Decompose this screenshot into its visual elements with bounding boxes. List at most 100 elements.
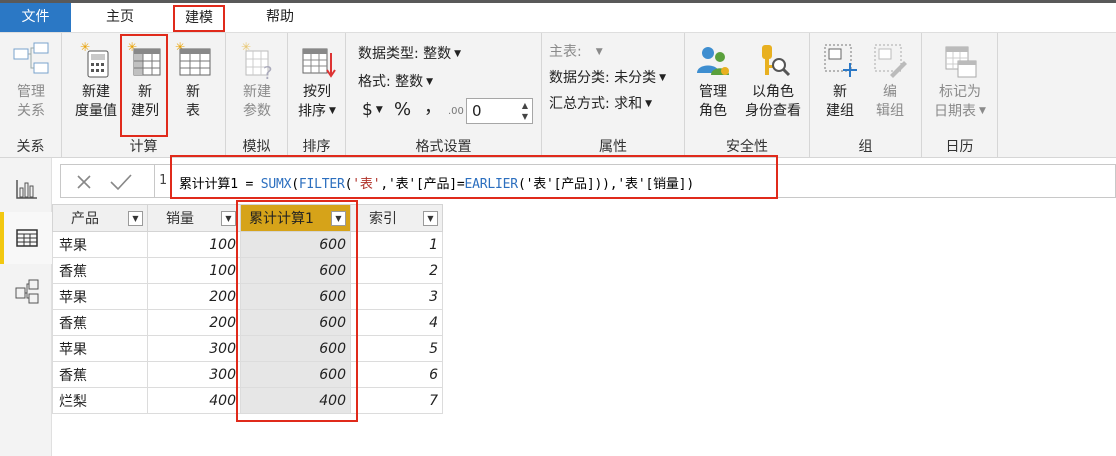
- cell-sales[interactable]: 300: [147, 335, 241, 362]
- cell-sales[interactable]: 200: [147, 283, 241, 310]
- model-icon: [15, 279, 39, 304]
- chevron-down-icon: ▼: [454, 49, 462, 59]
- cell-index[interactable]: 7: [350, 387, 443, 414]
- percent-button[interactable]: %: [394, 99, 411, 121]
- data-category-dropdown[interactable]: 数据分类: 未分类 ▼: [549, 67, 666, 89]
- new-measure-button[interactable]: ✳ 新建 度量值: [68, 39, 124, 121]
- decimal-places-stepper[interactable]: 0 ▲ ▼: [466, 98, 533, 124]
- mark-as-date-table-button[interactable]: 标记为 日期表 ▼: [928, 39, 992, 122]
- new-table-button[interactable]: ✳ 新 表: [170, 39, 216, 121]
- svg-text:?: ?: [263, 63, 273, 83]
- manage-relationships-button[interactable]: 管理 关系: [8, 39, 54, 121]
- manage-roles-button[interactable]: 管理 角色: [691, 39, 735, 121]
- cell-product[interactable]: 苹果: [52, 283, 148, 310]
- cell-index[interactable]: 6: [350, 361, 443, 388]
- group-label-calendar: 日历: [945, 139, 974, 155]
- cell-product[interactable]: 苹果: [52, 335, 148, 362]
- commit-check-icon[interactable]: [109, 173, 133, 191]
- data-view-button[interactable]: [0, 212, 52, 264]
- tab-file[interactable]: 文件: [0, 3, 71, 32]
- cell-index[interactable]: 5: [350, 335, 443, 362]
- group-calculations: ✳ 新建 度量值 ✳ 新 建列 ✳ 新 表 计算: [62, 33, 226, 158]
- parameter-icon: ✳ ?: [241, 40, 273, 83]
- cell-index[interactable]: 1: [350, 231, 443, 258]
- chevron-down-icon: ▼: [645, 99, 653, 109]
- group-label-whatif: 模拟: [242, 139, 271, 155]
- chevron-down-icon: ▼: [659, 73, 667, 83]
- date-table-icon: [945, 46, 977, 78]
- model-view-button[interactable]: [0, 266, 52, 318]
- tab-help[interactable]: 帮助: [258, 3, 302, 32]
- filter-dropdown-icon[interactable]: ▼: [423, 211, 438, 226]
- calculator-icon: ✳: [80, 40, 109, 78]
- spin-down-icon[interactable]: ▼: [522, 112, 528, 121]
- column-header-index[interactable]: 索引 ▼: [350, 204, 443, 232]
- chevron-down-icon: ▼: [375, 105, 383, 115]
- new-group-icon: [824, 44, 857, 77]
- table-grid-icon: [16, 229, 38, 247]
- view-as-roles-button[interactable]: 以角色 身份查看: [743, 39, 803, 121]
- format-dropdown[interactable]: 格式: 整数 ▼: [358, 71, 433, 93]
- comma-button[interactable]: ，: [424, 97, 442, 119]
- edit-group-button[interactable]: 编 辑组: [868, 39, 912, 121]
- group-label-calculations: 计算: [129, 139, 158, 155]
- chevron-down-icon: ▼: [426, 77, 434, 87]
- group-properties: 主表: ▼ 数据分类: 未分类 ▼ 汇总方式: 求和 ▼ 属性: [542, 33, 685, 158]
- spin-up-icon[interactable]: ▲: [522, 101, 528, 110]
- group-sort: 按列 排序 ▼ 排序: [288, 33, 346, 158]
- group-label-properties: 属性: [599, 139, 627, 155]
- new-parameter-button[interactable]: ✳ ? 新建 参数: [232, 39, 282, 121]
- filter-dropdown-icon[interactable]: ▼: [221, 211, 236, 226]
- formula-line-number: 1: [159, 173, 167, 188]
- edit-group-icon: [874, 44, 907, 78]
- new-table-icon: ✳: [175, 40, 211, 76]
- cell-index[interactable]: 4: [350, 309, 443, 336]
- cell-sales[interactable]: 400: [147, 387, 241, 414]
- sort-by-column-button[interactable]: 按列 排序 ▼: [294, 39, 340, 122]
- summarize-by-dropdown[interactable]: 汇总方式: 求和 ▼: [549, 93, 652, 115]
- home-table-dropdown[interactable]: 主表: ▼: [549, 41, 603, 63]
- view-rail: [0, 158, 52, 456]
- group-groups: 新 建组 编 辑组 组: [810, 33, 922, 158]
- tab-home[interactable]: 主页: [96, 3, 144, 32]
- cell-index[interactable]: 2: [350, 257, 443, 284]
- group-label-sort: 排序: [302, 139, 331, 155]
- new-column-highlight: [120, 34, 168, 137]
- ribbon: 管理 关系 关系 ✳ 新建 度量值 ✳ 新 建列 ✳ 新 表 计算 ✳ ? 新建…: [0, 32, 1116, 158]
- chevron-down-icon: ▼: [595, 47, 603, 57]
- cell-index[interactable]: 3: [350, 283, 443, 310]
- cell-sales[interactable]: 100: [147, 257, 241, 284]
- sort-by-column-icon: [302, 48, 336, 78]
- cell-product[interactable]: 香蕉: [52, 257, 148, 284]
- new-column-highlight-box: [236, 200, 358, 422]
- cell-product[interactable]: 香蕉: [52, 309, 148, 336]
- group-formatting: 数据类型: 整数 ▼ 格式: 整数 ▼ $ ▼ % ， .00 格式设置: [346, 33, 542, 158]
- decimal-places-icon: .00: [448, 106, 464, 117]
- cell-sales[interactable]: 100: [147, 231, 241, 258]
- cell-product[interactable]: 烂梨: [52, 387, 148, 414]
- column-header-sales[interactable]: 销量 ▼: [147, 204, 241, 232]
- currency-button[interactable]: $ ▼: [362, 99, 383, 121]
- menu-bar: 文件 主页 建模 帮助: [0, 3, 1116, 32]
- relationships-icon: [13, 42, 49, 74]
- report-view-button[interactable]: [0, 162, 52, 214]
- group-label-groups: 组: [858, 139, 873, 155]
- formula-bar: 1 累计计算1 = SUMX(FILTER('表','表'[产品]=EARLIE…: [52, 155, 1116, 204]
- users-icon: [697, 47, 729, 75]
- cancel-icon[interactable]: [75, 173, 93, 191]
- formula-highlight: [170, 155, 778, 199]
- group-relationships: 管理 关系 关系: [0, 33, 62, 158]
- cell-sales[interactable]: 200: [147, 309, 241, 336]
- filter-dropdown-icon[interactable]: ▼: [128, 211, 143, 226]
- group-security: 管理 角色 以角色 身份查看 安全性: [685, 33, 810, 158]
- tab-modeling[interactable]: 建模: [173, 5, 225, 32]
- cell-sales[interactable]: 300: [147, 361, 241, 388]
- key-search-icon: [762, 45, 791, 77]
- new-group-button[interactable]: 新 建组: [818, 39, 862, 121]
- data-type-dropdown[interactable]: 数据类型: 整数 ▼: [358, 43, 461, 65]
- column-header-product[interactable]: 产品 ▼: [52, 204, 148, 232]
- cell-product[interactable]: 苹果: [52, 231, 148, 258]
- cell-product[interactable]: 香蕉: [52, 361, 148, 388]
- group-calendar: 标记为 日期表 ▼ 日历: [922, 33, 998, 158]
- group-label-formatting: 格式设置: [415, 139, 472, 155]
